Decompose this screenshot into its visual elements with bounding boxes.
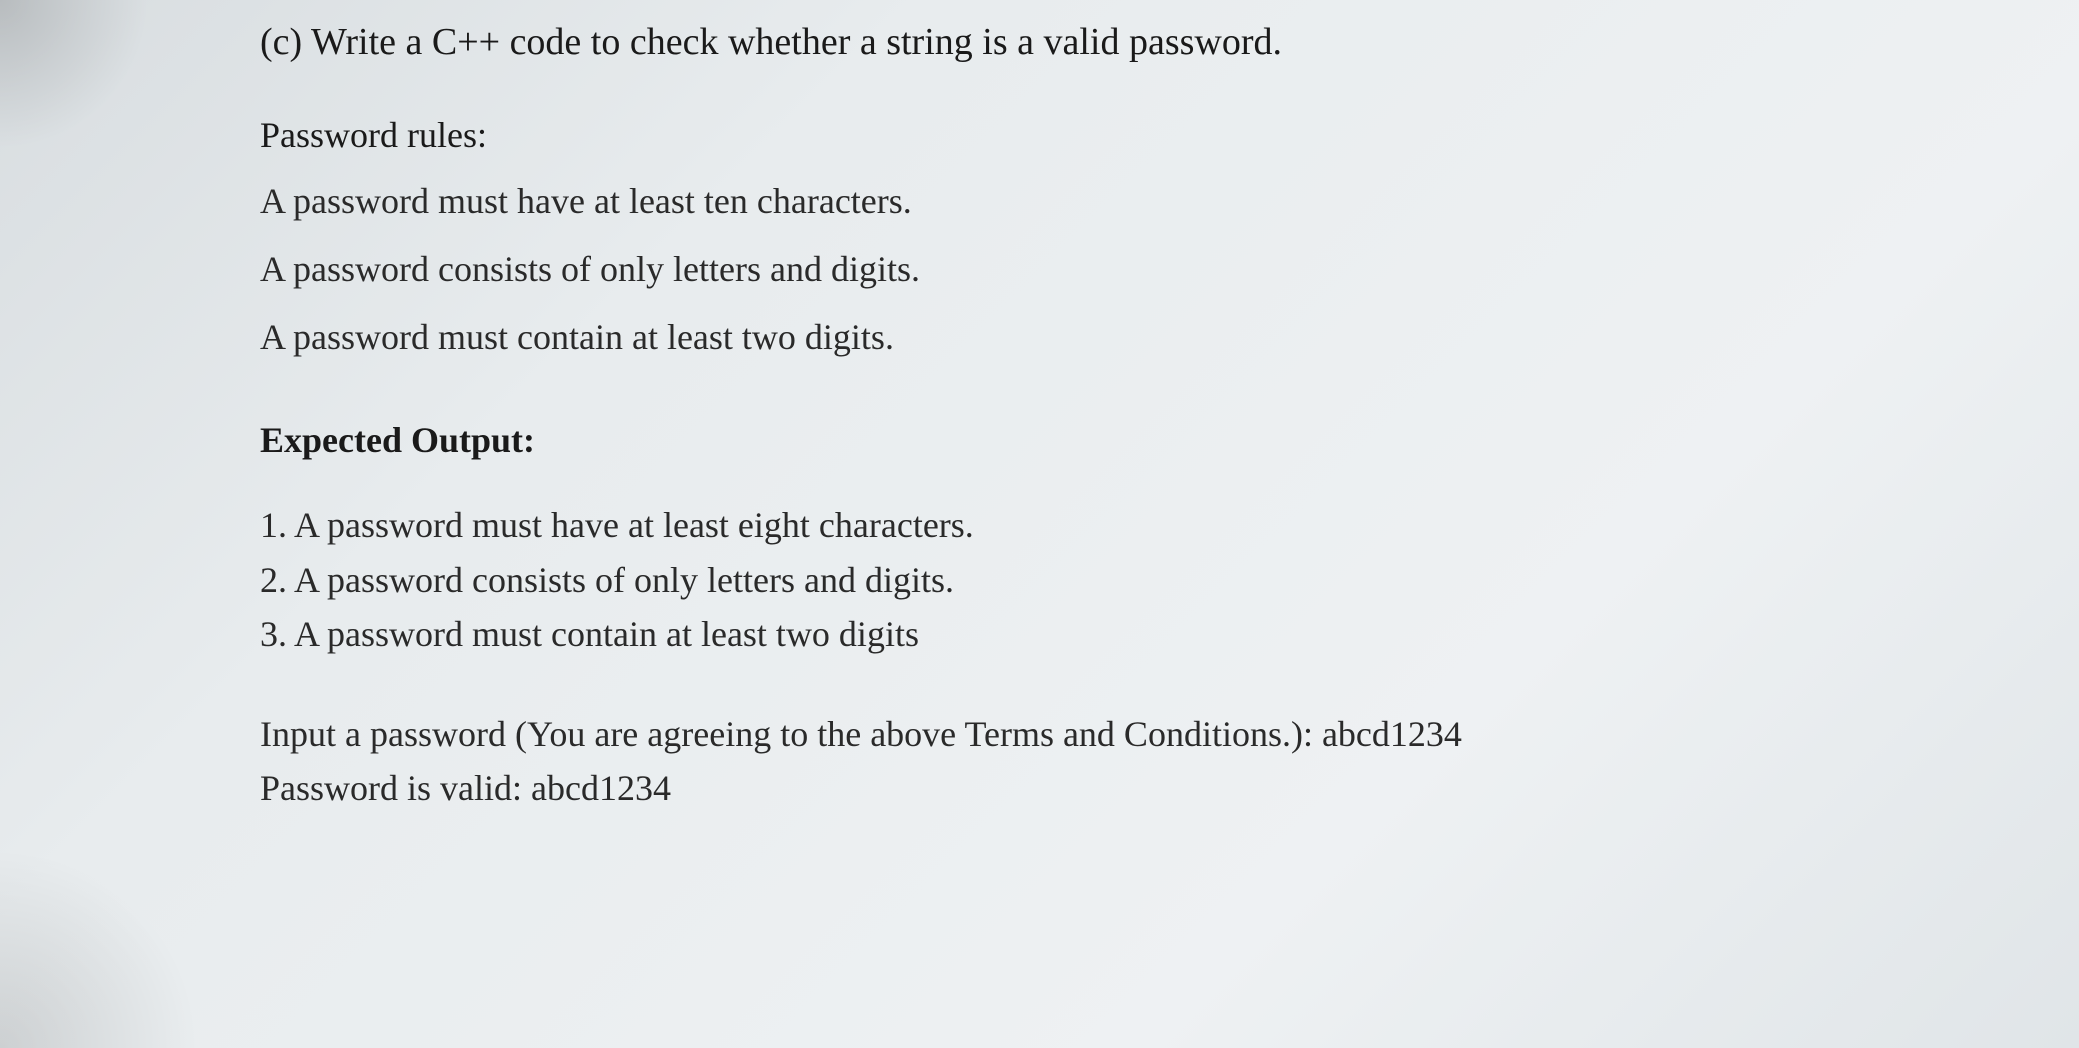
password-rules-section: Password rules: A password must have at … xyxy=(260,114,1879,364)
rules-header: Password rules: xyxy=(260,114,1879,156)
rule-item: A password must contain at least two dig… xyxy=(260,310,1879,364)
question-prompt: (c) Write a C++ code to check whether a … xyxy=(260,20,1879,64)
output-item: 2. A password consists of only letters a… xyxy=(260,556,1879,605)
expected-output-list: 1. A password must have at least eight c… xyxy=(260,501,1879,659)
sample-input-prompt: Input a password (You are agreeing to th… xyxy=(260,709,1879,759)
question-label: (c) xyxy=(260,21,302,63)
question-text: Write a C++ code to check whether a stri… xyxy=(311,21,1282,63)
rule-item: A password consists of only letters and … xyxy=(260,242,1879,296)
expected-output-header: Expected Output: xyxy=(260,419,1879,461)
sample-run-section: Input a password (You are agreeing to th… xyxy=(260,709,1879,814)
sample-output-result: Password is valid: abcd1234 xyxy=(260,763,1879,813)
output-item: 1. A password must have at least eight c… xyxy=(260,501,1879,550)
rule-item: A password must have at least ten charac… xyxy=(260,174,1879,228)
output-item: 3. A password must contain at least two … xyxy=(260,610,1879,659)
